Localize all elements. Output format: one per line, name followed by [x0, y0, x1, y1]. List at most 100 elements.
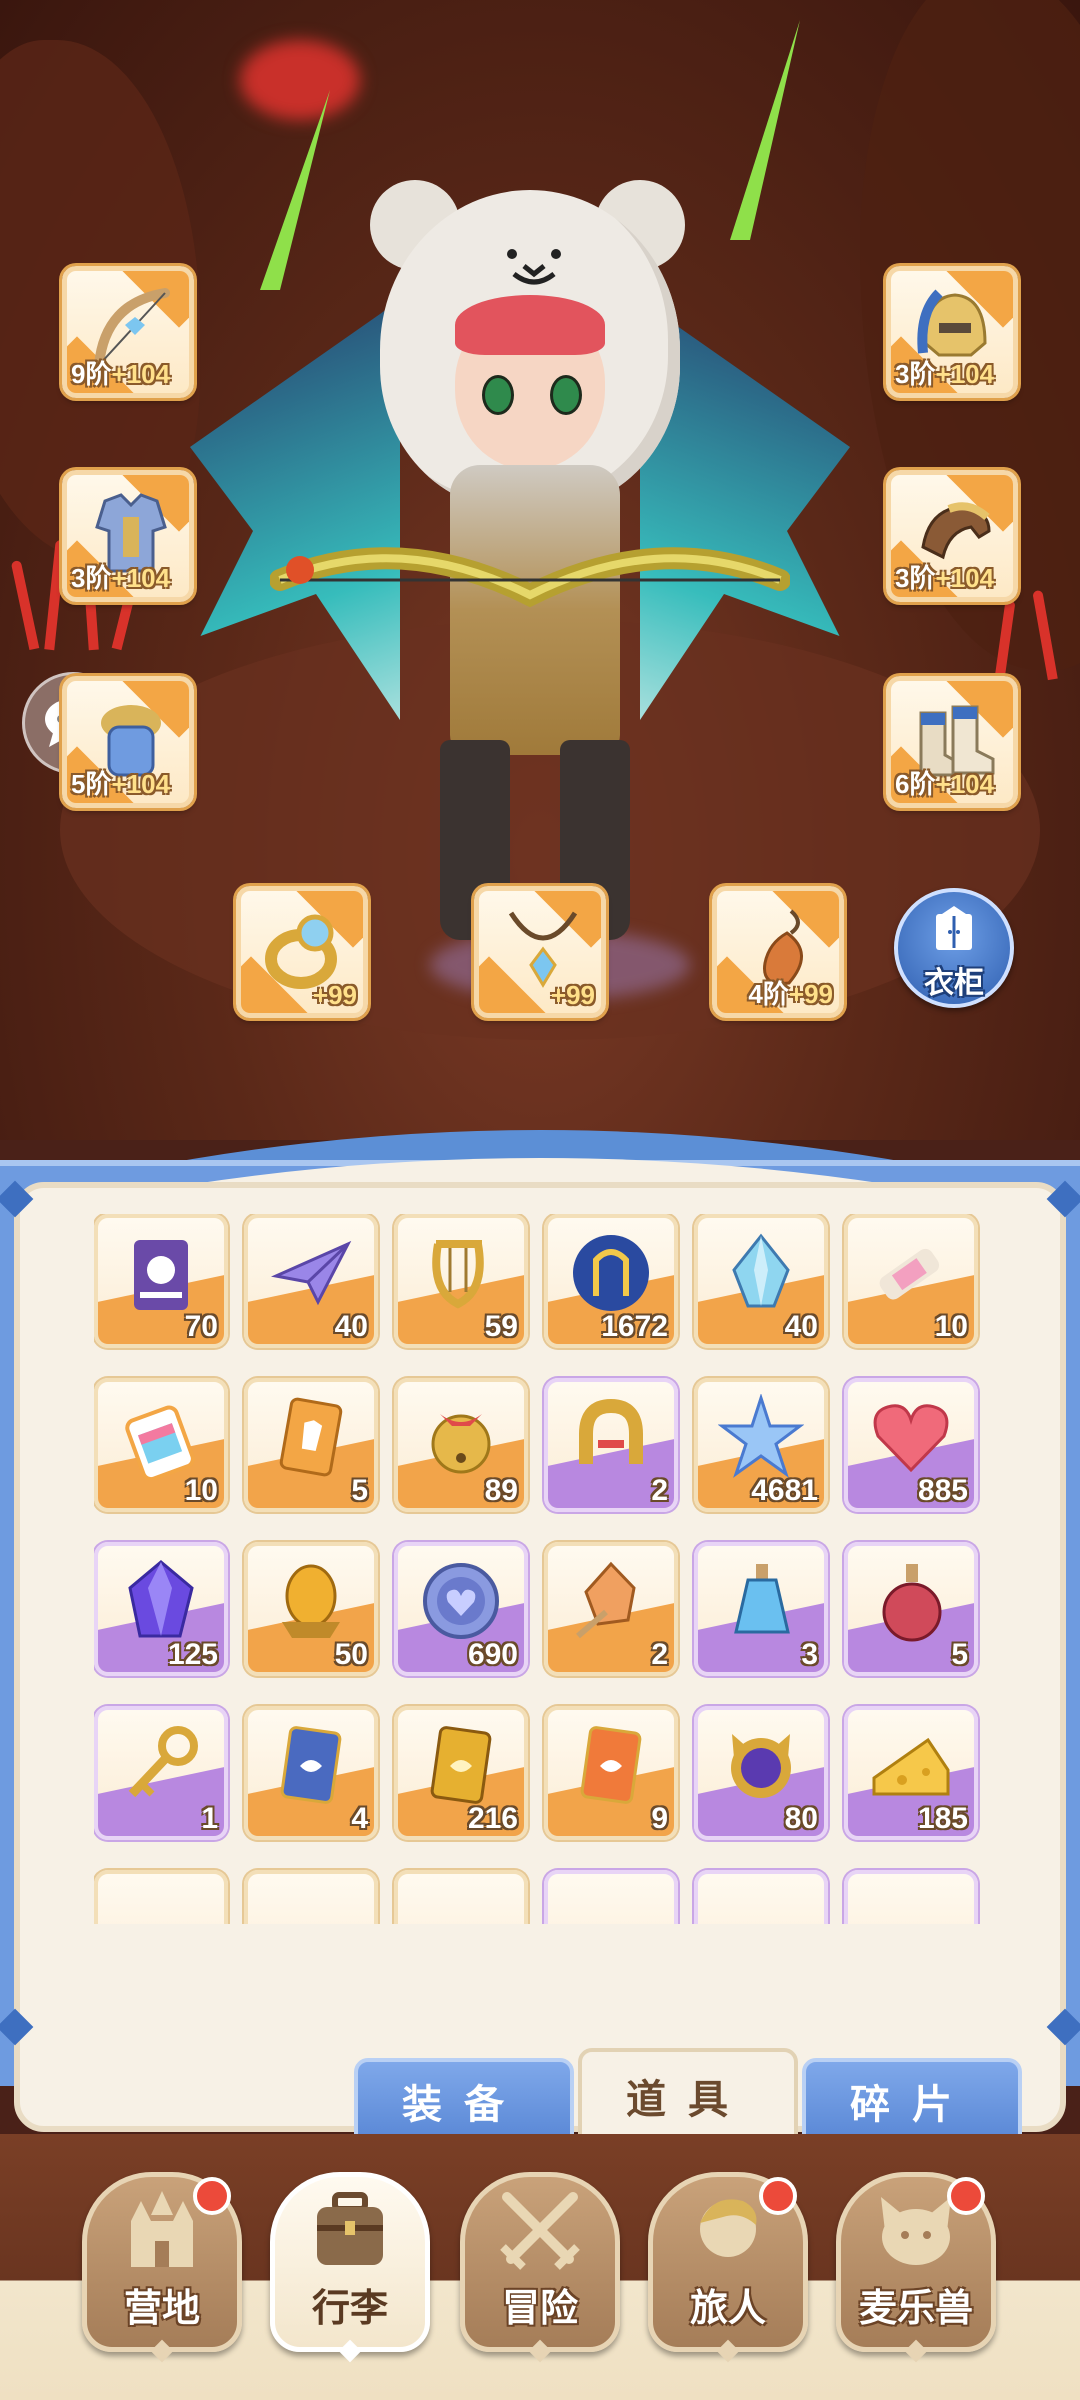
- coin-icon: [423, 1563, 499, 1639]
- inventory-item[interactable]: 40: [694, 1214, 828, 1348]
- inventory-item[interactable]: 50: [244, 1542, 378, 1676]
- item-count: 125: [167, 1638, 218, 1671]
- blue-potion-icon: [734, 1564, 790, 1634]
- equip-slot-boots[interactable]: 6阶+104: [886, 676, 1018, 808]
- key-icon: [128, 1726, 198, 1798]
- nav-luggage-label: 行李: [311, 2288, 388, 2330]
- tab-fragments-label: 碎片: [850, 2083, 974, 2127]
- item-count: 10: [934, 1310, 968, 1343]
- amber-egg-icon: [282, 1564, 340, 1638]
- inventory-item[interactable]: 59: [394, 1214, 528, 1348]
- ore-icon: [576, 1561, 636, 1639]
- inventory-item[interactable]: 216: [394, 1706, 528, 1840]
- equip-slot-helmet[interactable]: 3阶+104: [886, 266, 1018, 398]
- inventory-item[interactable]: [694, 1870, 828, 1924]
- inventory-item[interactable]: 690: [394, 1542, 528, 1676]
- tab-items[interactable]: 道具: [578, 2048, 798, 2144]
- inventory-item[interactable]: 80: [694, 1706, 828, 1840]
- inventory-item[interactable]: 70: [94, 1214, 228, 1348]
- inventory-item[interactable]: 885: [844, 1378, 978, 1512]
- item-count: 40: [784, 1310, 818, 1343]
- orange-card-icon: [580, 1726, 642, 1804]
- inventory-item[interactable]: 4: [244, 1706, 378, 1840]
- item-count: 4681: [751, 1474, 818, 1507]
- inventory-item[interactable]: 125: [94, 1542, 228, 1676]
- equip-slot-ring[interactable]: +99: [236, 886, 368, 1018]
- inventory-grid: 70 40 59 1672 40 10 10 5 89 2 4681 885 125 50 690 2 3 5 1 4…: [94, 1214, 994, 1924]
- inventory-item[interactable]: 185: [844, 1706, 978, 1840]
- tab-equipment-label: 装备: [402, 2083, 526, 2127]
- gate-orb-icon: [573, 1235, 649, 1311]
- paint-tube-icon: [879, 1248, 940, 1300]
- cheese-icon: [872, 1737, 950, 1796]
- equip-slot-necklace[interactable]: +99: [474, 886, 606, 1018]
- nav-beast-badge: [947, 2177, 985, 2215]
- inventory-item[interactable]: 40: [244, 1214, 378, 1348]
- inventory-item[interactable]: 10: [94, 1378, 228, 1512]
- item-count: 9: [651, 1802, 668, 1835]
- item-count: 3: [801, 1638, 818, 1671]
- player-character: [190, 20, 810, 980]
- item-count: 2: [651, 1474, 668, 1507]
- item-count: 80: [784, 1802, 818, 1835]
- inventory-item[interactable]: 2: [544, 1378, 678, 1512]
- equip-slot-weapon[interactable]: 9阶+104: [62, 266, 194, 398]
- item-count: 5: [951, 1638, 968, 1671]
- wardrobe-icon: [936, 906, 972, 950]
- equip-slot-charm[interactable]: 4阶+99: [712, 886, 844, 1018]
- equip-slot-gloves[interactable]: 3阶+104: [886, 470, 1018, 602]
- inventory-item[interactable]: 2: [544, 1542, 678, 1676]
- inventory-item[interactable]: 89: [394, 1378, 528, 1512]
- wardrobe-label: 衣柜: [924, 967, 984, 1000]
- item-count: 70: [184, 1310, 218, 1343]
- equip-slot-chest[interactable]: 3阶+104: [62, 470, 194, 602]
- inventory-item[interactable]: [94, 1870, 228, 1924]
- tab-equipment[interactable]: 装备: [354, 2058, 574, 2144]
- item-count: 2: [651, 1638, 668, 1671]
- item-count: 10: [184, 1474, 218, 1507]
- rainbow-paint-icon: [125, 1405, 195, 1480]
- inventory-item[interactable]: 1: [94, 1706, 228, 1840]
- tab-fragments[interactable]: 碎片: [802, 2058, 1022, 2144]
- nav-luggage[interactable]: 行李: [270, 2172, 430, 2363]
- nav-traveler-label: 旅人: [689, 2288, 766, 2330]
- nav-traveler[interactable]: 旅人: [648, 2172, 808, 2363]
- equip-slot-shoulder[interactable]: 5阶+104: [62, 676, 194, 808]
- paper-plane-icon: [270, 1240, 352, 1306]
- inventory-item[interactable]: 10: [844, 1214, 978, 1348]
- nav-adventure[interactable]: 冒险: [460, 2172, 620, 2363]
- item-count: 1: [201, 1802, 218, 1835]
- tab-items-label: 道具: [626, 2078, 750, 2122]
- nav-camp[interactable]: 营地: [82, 2172, 242, 2363]
- inventory-item[interactable]: [844, 1870, 978, 1924]
- inventory-item[interactable]: 5: [844, 1542, 978, 1676]
- purple-gem-icon: [128, 1560, 194, 1638]
- heart-icon: [873, 1404, 949, 1473]
- red-potion-icon: [882, 1564, 942, 1642]
- wardrobe-button[interactable]: 衣柜: [894, 888, 1014, 1008]
- blue-card-icon: [280, 1726, 342, 1804]
- item-count: 4: [351, 1802, 368, 1835]
- lyre-icon: [432, 1240, 484, 1309]
- nav-adventure-label: 冒险: [501, 2288, 578, 2330]
- item-count: 40: [334, 1310, 368, 1343]
- item-count: 885: [917, 1474, 968, 1507]
- nav-beast[interactable]: 麦乐兽: [836, 2172, 996, 2363]
- crystal-icon: [732, 1233, 790, 1308]
- star-crystal-icon: [718, 1394, 804, 1478]
- outfit-card-icon: [279, 1397, 343, 1477]
- inventory-item[interactable]: 4681: [694, 1378, 828, 1512]
- inventory-item[interactable]: 9: [544, 1706, 678, 1840]
- inventory-item[interactable]: [544, 1870, 678, 1924]
- item-count: 185: [917, 1802, 968, 1835]
- nav-beast-label: 麦乐兽: [858, 2288, 973, 2330]
- gold-card-icon: [430, 1726, 492, 1804]
- inventory-item[interactable]: [244, 1870, 378, 1924]
- item-count: 1672: [601, 1310, 668, 1343]
- inventory-item[interactable]: 5: [244, 1378, 378, 1512]
- inventory-item[interactable]: 3: [694, 1542, 828, 1676]
- inventory-item[interactable]: [394, 1870, 528, 1924]
- cat-orb-icon: [731, 1734, 791, 1798]
- inventory-item[interactable]: 1672: [544, 1214, 678, 1348]
- nav-traveler-badge: [759, 2177, 797, 2215]
